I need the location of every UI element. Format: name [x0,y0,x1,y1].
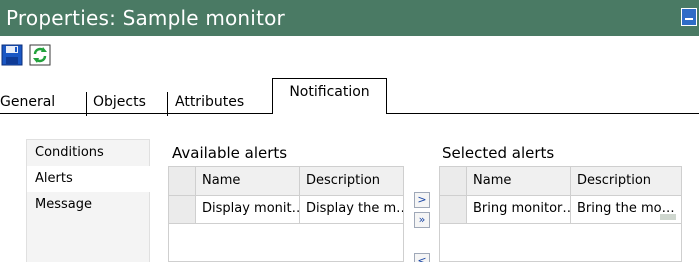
tab-attributes[interactable]: Attributes [175,94,244,114]
table-cell-name[interactable]: Display monit… [195,195,299,223]
notification-nav: Conditions Alerts Message [26,139,151,273]
row-selector [169,167,195,195]
nav-item-alerts[interactable]: Alerts [27,166,151,192]
table-cell-name[interactable]: Bring monitor… [466,195,570,223]
tab-strip: General Objects Attributes Notification [0,78,699,116]
tab-baseline-gap [273,113,386,114]
grid-line [169,223,403,224]
window-title: Properties: Sample monitor [6,6,285,30]
column-header-name[interactable]: Name [195,167,299,195]
available-alerts-label: Available alerts [172,144,288,162]
grid-line [440,223,681,224]
title-bar: Properties: Sample monitor [0,0,699,36]
nav-item-message[interactable]: Message [27,192,151,218]
available-alerts-grid: Name Description Display monit… Display … [168,166,404,262]
column-header-description[interactable]: Description [570,167,681,195]
tab-general[interactable]: General [0,94,55,114]
tab-notification[interactable]: Notification [272,78,387,114]
refresh-icon[interactable] [29,44,51,66]
selected-alerts-label: Selected alerts [442,144,555,162]
column-header-description[interactable]: Description [299,167,403,195]
toolbar [0,36,699,74]
nav-item-conditions[interactable]: Conditions [27,140,151,166]
row-selector[interactable] [169,195,195,223]
row-selector [440,167,466,195]
resize-grip[interactable] [660,214,676,220]
grid-line [440,195,681,196]
minimize-button[interactable] [681,8,697,26]
save-icon[interactable] [1,44,23,66]
selected-alerts-grid: Name Description Bring monitor… Bring th… [439,166,682,262]
bottom-strip [0,262,699,273]
tab-objects[interactable]: Objects [93,94,146,114]
grid-line [169,195,403,196]
add-alert-button[interactable]: > [414,192,430,208]
add-all-alerts-button[interactable]: » [414,212,430,228]
column-header-name[interactable]: Name [466,167,570,195]
table-cell-description[interactable]: Display the m… [299,195,403,223]
row-selector[interactable] [440,195,466,223]
